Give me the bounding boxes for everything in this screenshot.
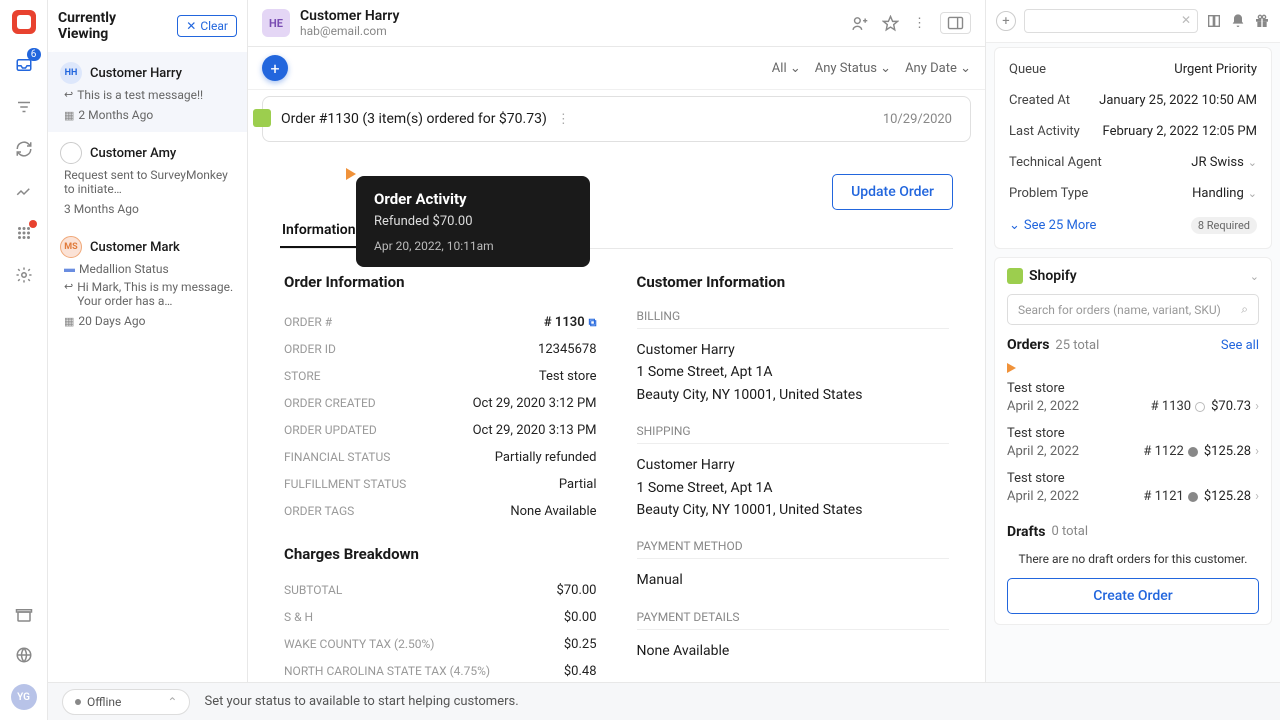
shopify-icon: [1007, 268, 1023, 284]
side-search[interactable]: ✕: [1024, 9, 1198, 33]
chevron-right-icon: ›: [1255, 489, 1259, 504]
status-dot-icon: [1195, 402, 1205, 412]
status-bar: Offline⌃ Set your status to available to…: [48, 682, 1280, 720]
update-order-button[interactable]: Update Order: [832, 174, 953, 210]
archive-icon[interactable]: [13, 604, 35, 626]
agent-dropdown[interactable]: JR Swiss⌄: [1191, 155, 1257, 170]
conversation-list: Currently Viewing ✕ Clear HHCustomer Har…: [48, 0, 248, 720]
calendar-icon: ▦: [64, 109, 74, 122]
see-more-link[interactable]: ⌄ See 25 More: [1009, 217, 1096, 234]
clear-icon[interactable]: ✕: [1181, 13, 1191, 27]
order-activity-tooltip: Order Activity Refunded $70.00 Apr 20, 2…: [356, 176, 590, 267]
app-logo: [12, 10, 36, 34]
filter-date[interactable]: Any Date ⌄: [905, 61, 971, 76]
reply-icon: ↩: [64, 88, 73, 101]
see-all-link[interactable]: See all: [1221, 338, 1259, 353]
flag-icon: [346, 168, 356, 180]
charges-heading: Charges Breakdown: [284, 545, 597, 563]
filter-icon[interactable]: [13, 96, 35, 118]
order-number-link[interactable]: # 1130⧉: [544, 315, 597, 330]
clear-button[interactable]: ✕ Clear: [177, 15, 237, 37]
inbox-badge: 6: [27, 48, 41, 61]
billing-address: Customer Harry1 Some Street, Apt 1ABeaut…: [637, 339, 950, 406]
main-panel: HE Customer Harry hab@email.com ⋮ + All …: [248, 0, 986, 720]
drafts-empty: There are no draft orders for this custo…: [1007, 552, 1259, 566]
status-pill[interactable]: Offline⌃: [62, 689, 190, 715]
conv-avatar: HH: [60, 62, 82, 84]
bell-icon[interactable]: [1230, 13, 1246, 29]
search-icon: ⌕: [1241, 302, 1248, 317]
customer-name: Customer Harry: [300, 8, 399, 24]
inbox-icon[interactable]: 6: [13, 54, 35, 76]
globe-icon[interactable]: [13, 644, 35, 666]
reply-icon: ↩: [64, 280, 73, 293]
refresh-icon[interactable]: [13, 138, 35, 160]
filter-all[interactable]: All ⌄: [772, 61, 801, 76]
customer-email: hab@email.com: [300, 24, 399, 38]
conversation-item[interactable]: HHCustomer Harry ↩This is a test message…: [48, 52, 247, 132]
order-list-item[interactable]: Test storeApril 2, 2022# 1130$70.73›: [1007, 375, 1259, 420]
problem-dropdown[interactable]: Handling⌄: [1192, 186, 1257, 201]
external-link-icon: ⧉: [589, 316, 597, 329]
side-add-button[interactable]: +: [996, 11, 1016, 31]
user-avatar[interactable]: YG: [11, 684, 37, 710]
collapse-icon[interactable]: ⌄: [1250, 270, 1259, 283]
create-order-button[interactable]: Create Order: [1007, 578, 1259, 614]
shopify-panel: Shopify⌄ Search for orders (name, varian…: [994, 257, 1272, 625]
shopify-badge-icon: [253, 109, 271, 127]
calendar-icon: ▦: [64, 315, 74, 328]
tab-information[interactable]: Information: [280, 214, 358, 248]
order-list-item[interactable]: Test storeApril 2, 2022# 1122$125.28›: [1007, 420, 1259, 465]
card-icon: ▬: [64, 262, 75, 275]
apps-icon[interactable]: [13, 222, 35, 244]
gift-icon[interactable]: [1254, 13, 1270, 29]
order-list-item[interactable]: Test storeApril 2, 2022# 1121$125.28›: [1007, 465, 1259, 510]
chevron-right-icon: ›: [1255, 444, 1259, 459]
conv-avatar: MS: [60, 236, 82, 258]
conversation-item[interactable]: MSCustomer Mark ▬Medallion Status ↩Hi Ma…: [48, 226, 247, 338]
ticket-properties: QueueUrgent Priority Created AtJanuary 2…: [994, 47, 1272, 249]
customer-avatar: HE: [262, 9, 290, 37]
chevron-right-icon: ›: [1255, 399, 1259, 414]
order-menu-icon[interactable]: ⋮: [557, 112, 570, 127]
star-icon[interactable]: [882, 15, 899, 32]
status-dot-icon: [1188, 447, 1198, 457]
list-title: Currently Viewing: [58, 10, 169, 42]
compose-button[interactable]: +: [262, 55, 288, 81]
analytics-icon[interactable]: [13, 180, 35, 202]
status-message: Set your status to available to start he…: [204, 694, 518, 709]
conversation-item[interactable]: Customer Amy Request sent to SurveyMonke…: [48, 132, 247, 226]
required-badge: 8 Required: [1191, 217, 1257, 234]
filter-bar: + All ⌄ Any Status ⌄ Any Date ⌄: [248, 47, 985, 90]
shopify-search[interactable]: Search for orders (name, variant, SKU)⌕: [1007, 294, 1259, 325]
flag-icon: [1007, 363, 1016, 373]
nav-rail: 6 YG: [0, 0, 48, 720]
user-plus-icon[interactable]: [851, 15, 868, 32]
order-info-heading: Order Information: [284, 273, 597, 291]
settings-icon[interactable]: [13, 264, 35, 286]
cust-info-heading: Customer Information: [637, 273, 950, 291]
shipping-address: Customer Harry1 Some Street, Apt 1ABeaut…: [637, 454, 950, 521]
book-icon[interactable]: [1206, 13, 1222, 29]
side-panel: + ✕ QueueUrgent Priority Created AtJanua…: [986, 0, 1280, 720]
more-icon[interactable]: ⋮: [913, 16, 926, 31]
order-summary-card[interactable]: Order #1130 (3 item(s) ordered for $70.7…: [262, 96, 971, 142]
panel-toggle-icon[interactable]: [940, 12, 971, 34]
apps-dot: [29, 220, 37, 228]
filter-status[interactable]: Any Status ⌄: [815, 61, 891, 76]
customer-header: HE Customer Harry hab@email.com ⋮: [248, 0, 985, 47]
conv-avatar: [60, 142, 82, 164]
status-dot-icon: [1188, 492, 1198, 502]
